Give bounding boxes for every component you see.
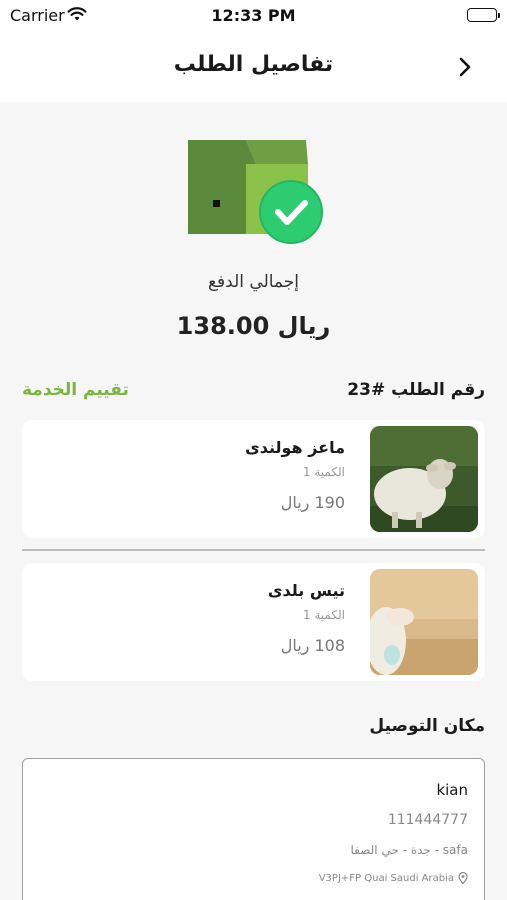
delivery-section-title: مكان التوصيل <box>369 716 485 736</box>
recipient-name: kian <box>436 781 468 799</box>
item-quantity: الكمية 1 <box>302 465 345 479</box>
back-button[interactable] <box>452 54 478 80</box>
item-price: 190 ريال <box>280 493 345 512</box>
chevron-right-icon <box>459 57 471 77</box>
clock: 12:33 PM <box>211 6 296 25</box>
order-success-illustration <box>186 132 326 250</box>
payment-total-label: إجمالي الدفع <box>208 272 299 292</box>
delivery-location: V3PJ+FP Quai Saudi Arabia <box>319 872 468 884</box>
item-price: 108 ريال <box>280 636 345 655</box>
page-title: تفاصيل الطلب <box>173 52 334 77</box>
package-check-icon <box>188 140 323 244</box>
item-name: تيس بلدى <box>267 581 345 600</box>
delivery-address-card[interactable]: kian 111444777 جدة - حي الصفا - safa V3P… <box>22 758 485 900</box>
status-bar: Carrier 12:33 PM <box>0 0 507 30</box>
order-item-card[interactable]: تيس بلدى الكمية 1 108 ريال <box>22 563 485 681</box>
battery-icon <box>467 8 500 22</box>
item-quantity: الكمية 1 <box>302 608 345 622</box>
map-pin-icon <box>458 872 468 884</box>
location-text: V3PJ+FP Quai Saudi Arabia <box>318 872 454 884</box>
product-image-lamb <box>370 569 478 675</box>
item-details: تيس بلدى الكمية 1 108 ريال <box>268 581 345 655</box>
order-number: رقم الطلب #23 <box>347 380 485 400</box>
divider <box>22 549 485 551</box>
delivery-area: جدة - حي الصفا - safa <box>350 843 468 857</box>
order-item-card[interactable]: ماعز هولندى الكمية 1 190 ريال <box>22 420 485 538</box>
nav-bar: تفاصيل الطلب <box>0 30 507 102</box>
product-image-sheep <box>370 426 478 532</box>
item-name: ماعز هولندى <box>245 438 345 457</box>
item-details: ماعز هولندى الكمية 1 190 ريال <box>245 438 345 512</box>
rate-service-link[interactable]: تقييم الخدمة <box>22 380 129 400</box>
recipient-phone: 111444777 <box>387 812 468 828</box>
payment-total-value: 138.00 ريال <box>176 312 331 340</box>
order-header: رقم الطلب #23 تقييم الخدمة <box>22 376 485 404</box>
